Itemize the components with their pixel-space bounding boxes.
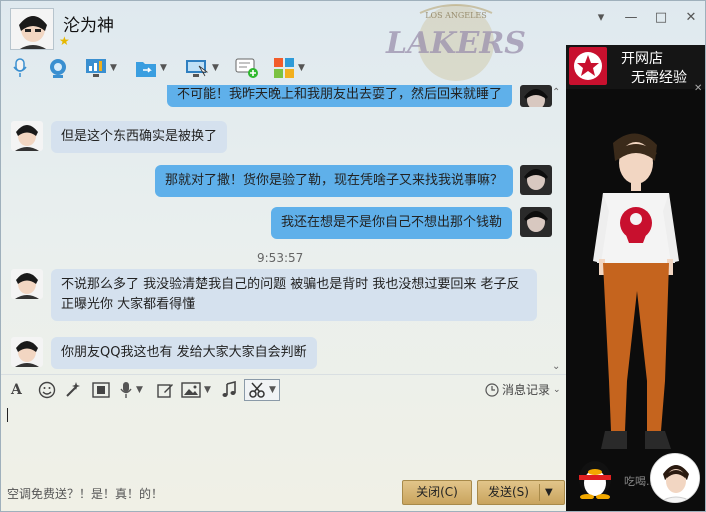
video-call-button[interactable] (47, 55, 69, 81)
microphone-icon (13, 58, 27, 77)
screen-share-button[interactable]: ▼ (85, 55, 117, 81)
message-bubble: 你朋友QQ我这也有 发给大家大家自会判断 (51, 337, 317, 369)
create-group-icon (235, 58, 258, 78)
message-list[interactable]: ⌃ 不可能！我昨天晚上和我朋友出去耍了，然后回来就睡了 但是这个东西确实是被换了… (1, 85, 566, 371)
create-group-button[interactable] (235, 55, 259, 81)
send-options-chevron-icon[interactable]: ▼ (545, 481, 553, 504)
qq-penguin-icon[interactable] (573, 455, 617, 500)
file-transfer-button[interactable]: ▼ (135, 55, 167, 81)
message-bubble: 那就对了撒！货你是验了勒，现在凭啥子又来找我说事嘛？ (155, 165, 514, 197)
webcam-icon (50, 59, 66, 78)
send-button[interactable]: 发送(S) ▼ (477, 480, 565, 505)
my-avatar[interactable] (520, 207, 552, 237)
remote-assist-button[interactable]: ▼ (185, 55, 219, 81)
remote-assist-icon (186, 60, 209, 77)
promo-link[interactable]: 空调免费送？！是！真！的！ (7, 485, 163, 502)
ad-title: 开网店 (621, 51, 663, 67)
chevron-down-icon[interactable]: ▼ (136, 385, 143, 395)
screenshot-button[interactable]: ▼ (244, 379, 280, 401)
divider (539, 484, 540, 501)
maximize-button[interactable]: □ (651, 9, 671, 27)
image-button[interactable]: ▼ (181, 380, 211, 400)
close-icon[interactable]: ✕ (694, 83, 702, 94)
my-avatar[interactable] (520, 165, 552, 195)
apps-icon (274, 58, 294, 78)
scroll-down-icon[interactable]: ⌄ (552, 361, 560, 371)
message-input[interactable] (1, 404, 566, 476)
message-timestamp: 9:53:57 (257, 251, 304, 265)
edit-icon[interactable] (156, 380, 174, 400)
format-toolbar: A ▼ ▼ ▼ 消息记录 ⌄ (1, 374, 566, 404)
menu-button[interactable]: ▾ (591, 9, 611, 27)
chevron-down-icon: ⌄ (553, 384, 561, 395)
toolbar: ▼ ▼ ▼ ▼ (1, 53, 566, 85)
screen-share-icon (86, 59, 106, 77)
svg-text:LOS ANGELES: LOS ANGELES (425, 11, 487, 20)
close-window-button[interactable]: ✕ (681, 9, 701, 27)
send-label: 发送(S) (488, 485, 529, 499)
scissors-icon (249, 382, 265, 398)
message-bubble: 我还在想是不是你自己不想出那个钱勒 (271, 207, 513, 239)
text-cursor (7, 408, 8, 422)
scroll-up-icon[interactable]: ⌃ (552, 87, 560, 98)
chat-window: 沦为神 ★ LOS ANGELES LAKERS ▾ — □ ✕ ▼ ▼ ▼ ▼… (0, 0, 706, 512)
voice-message-button[interactable]: ▼ (119, 380, 143, 400)
magic-wand-icon[interactable] (64, 380, 82, 400)
chevron-down-icon[interactable]: ▼ (204, 385, 211, 395)
side-panel: 开网店 无需经验 ✕ 吃喝... (566, 45, 705, 511)
file-transfer-icon (136, 62, 156, 77)
my-avatar[interactable] (520, 85, 552, 107)
my-profile-avatar[interactable] (650, 453, 700, 503)
chevron-down-icon[interactable]: ▼ (110, 63, 117, 73)
title-bar[interactable]: 沦为神 ★ LOS ANGELES LAKERS ▾ — □ ✕ (1, 1, 705, 81)
chevron-down-icon[interactable]: ▼ (298, 63, 305, 73)
star-icon: ★ (59, 34, 70, 48)
history-label: 消息记录 (502, 383, 551, 397)
message-bubble: 不可能！我昨天晚上和我朋友出去耍了，然后回来就睡了 (167, 85, 513, 107)
contact-avatar-small[interactable] (11, 269, 43, 299)
chevron-down-icon[interactable]: ▼ (269, 385, 276, 395)
message-bubble: 但是这个东西确实是被换了 (51, 121, 228, 153)
apps-button[interactable]: ▼ (273, 55, 305, 81)
close-button[interactable]: 关闭(C) (402, 480, 472, 505)
message-history-button[interactable]: 消息记录 ⌄ (485, 381, 561, 398)
screenshot-frame-icon[interactable] (91, 380, 111, 400)
avatar-figure (593, 133, 679, 449)
shop-logo-icon (569, 47, 607, 85)
contact-avatar-small[interactable] (11, 121, 43, 151)
contact-avatar[interactable] (10, 8, 54, 50)
microphone-icon (120, 382, 132, 398)
emoji-icon[interactable] (38, 380, 56, 400)
contact-name[interactable]: 沦为神 (63, 11, 114, 36)
ad-subtitle: 无需经验 (631, 70, 687, 86)
image-icon (181, 382, 201, 398)
bottom-bar: 空调免费送？！是！真！的！ 关闭(C) 发送(S) ▼ (1, 476, 566, 511)
contact-avatar-small[interactable] (11, 337, 43, 367)
chevron-down-icon[interactable]: ▼ (160, 63, 167, 73)
music-icon[interactable] (220, 380, 238, 400)
font-icon[interactable]: A (11, 380, 22, 400)
chevron-down-icon[interactable]: ▼ (212, 63, 219, 73)
voice-call-button[interactable] (11, 55, 29, 81)
clock-icon (485, 382, 499, 397)
message-bubble: 不说那么多了 我没验清楚我自己的问题 被骗也是背时 我也没想过要回来 老子反正曝… (51, 269, 537, 321)
minimize-button[interactable]: — (621, 9, 641, 27)
ad-banner[interactable]: 开网店 无需经验 ✕ (566, 45, 705, 94)
